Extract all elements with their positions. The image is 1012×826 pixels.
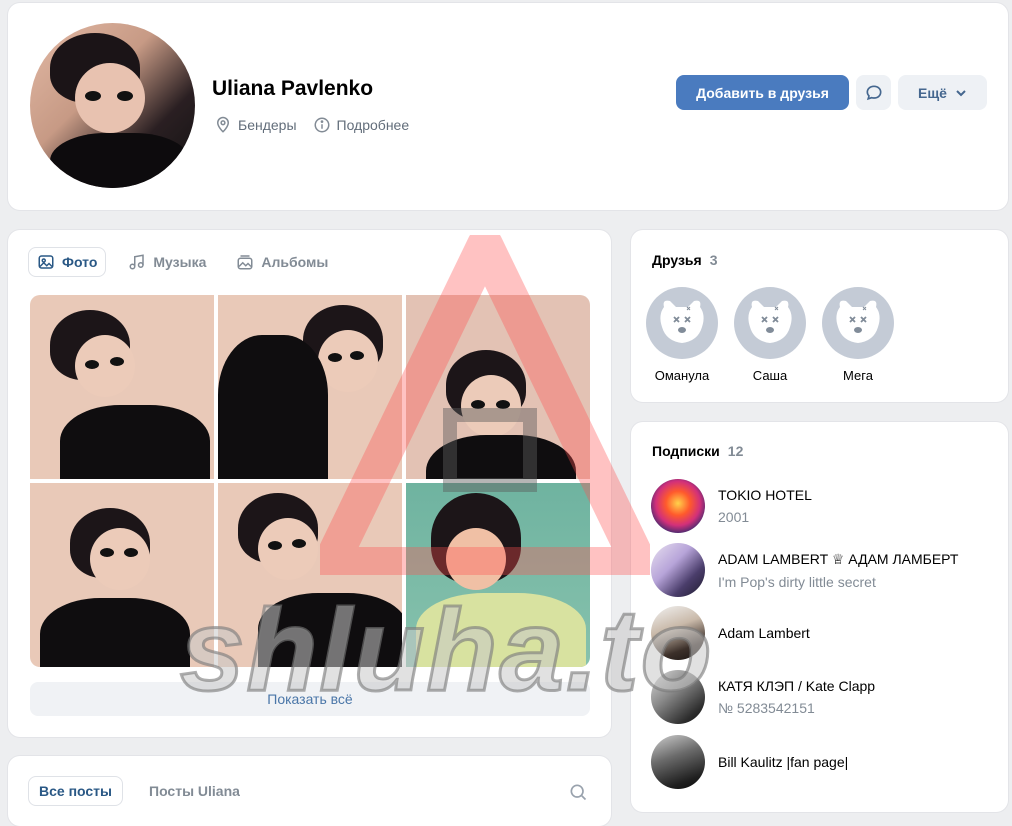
profile-avatar[interactable] bbox=[30, 23, 195, 188]
friend-name: Саша bbox=[752, 368, 788, 383]
subscriptions-title: Подписки bbox=[652, 443, 720, 459]
message-button[interactable] bbox=[856, 75, 891, 110]
photo-thumbnail[interactable] bbox=[406, 483, 590, 667]
tab-photos[interactable]: Фото bbox=[28, 247, 107, 277]
profile-name: Uliana Pavlenko bbox=[212, 77, 374, 100]
subscriptions-count: 12 bbox=[727, 443, 744, 459]
friend-item[interactable]: Мега bbox=[822, 287, 894, 383]
subscription-item[interactable]: ADAM LAMBERT ♕ АДАМ ЛАМБЕРТ I'm Pop's di… bbox=[651, 543, 958, 597]
friends-card: Друзья 3 Оманула Саша Мега bbox=[631, 230, 1008, 402]
chevron-down-icon bbox=[956, 89, 966, 96]
tab-albums-label: Альбомы bbox=[261, 254, 329, 270]
community-avatar bbox=[651, 479, 705, 533]
photo-thumbnail[interactable] bbox=[218, 483, 402, 667]
tab-albums[interactable]: Альбомы bbox=[228, 247, 336, 277]
subscription-item[interactable]: TOKIO HOTEL 2001 bbox=[651, 479, 812, 533]
add-friend-button[interactable]: Добавить в друзья bbox=[676, 75, 849, 110]
deactivated-avatar-icon bbox=[822, 287, 894, 359]
subscriptions-card: Подписки 12 TOKIO HOTEL 2001 ADAM LAMBER… bbox=[631, 422, 1008, 812]
friend-name: Оманула bbox=[654, 368, 710, 383]
search-icon[interactable] bbox=[568, 782, 588, 802]
friends-header[interactable]: Друзья 3 bbox=[652, 252, 717, 268]
photo-thumbnail[interactable] bbox=[218, 295, 402, 479]
friend-item[interactable]: Саша bbox=[734, 287, 806, 383]
tab-user-posts[interactable]: Посты Uliana bbox=[139, 776, 250, 806]
community-avatar bbox=[651, 543, 705, 597]
subscription-desc: 2001 bbox=[718, 509, 750, 525]
image-icon bbox=[38, 255, 54, 269]
details-link[interactable]: Подробнее bbox=[313, 116, 410, 134]
deactivated-avatar-icon bbox=[646, 287, 718, 359]
location-link[interactable]: Бендеры bbox=[214, 116, 297, 134]
info-icon bbox=[314, 117, 330, 133]
profile-header-card: Uliana Pavlenko Бендеры Подробнее Добави… bbox=[8, 3, 1008, 210]
subscription-item[interactable]: Adam Lambert bbox=[651, 606, 810, 660]
subscription-name: КАТЯ КЛЭП / Kate Clapp bbox=[718, 678, 876, 694]
community-avatar bbox=[651, 670, 705, 724]
message-bubble-icon bbox=[865, 84, 882, 100]
location-pin-icon bbox=[216, 116, 230, 133]
subscription-item[interactable]: Bill Kaulitz |fan page| bbox=[651, 735, 848, 789]
deactivated-avatar-icon bbox=[734, 287, 806, 359]
photos-card: Фото Музыка Альбомы Показать всё bbox=[8, 230, 611, 737]
photo-thumbnail[interactable] bbox=[406, 295, 590, 479]
subscriptions-header[interactable]: Подписки 12 bbox=[652, 443, 743, 459]
subscription-item[interactable]: КАТЯ КЛЭП / Kate Clapp № 5283542151 bbox=[651, 670, 875, 724]
photo-grid bbox=[30, 295, 590, 667]
friends-count: 3 bbox=[709, 252, 718, 268]
community-avatar bbox=[651, 735, 705, 789]
community-avatar bbox=[651, 606, 705, 660]
more-label: Ещё bbox=[918, 84, 947, 101]
subscription-name: TOKIO HOTEL bbox=[718, 487, 812, 503]
friend-name: Мега bbox=[843, 368, 873, 383]
more-button[interactable]: Ещё bbox=[898, 75, 987, 110]
subscription-name: Bill Kaulitz |fan page| bbox=[718, 754, 849, 770]
friend-item[interactable]: Оманула bbox=[646, 287, 718, 383]
location-label: Бендеры bbox=[238, 117, 297, 133]
tab-music-label: Музыка bbox=[153, 254, 207, 270]
tab-all-posts[interactable]: Все посты bbox=[28, 776, 123, 806]
tab-music[interactable]: Музыка bbox=[120, 247, 214, 277]
photo-thumbnail[interactable] bbox=[30, 483, 214, 667]
photo-thumbnail[interactable] bbox=[30, 295, 214, 479]
subscription-name: Adam Lambert bbox=[718, 625, 810, 641]
friends-title: Друзья bbox=[652, 252, 702, 268]
posts-card: Все посты Посты Uliana bbox=[8, 756, 611, 826]
show-all-photos-button[interactable]: Показать всё bbox=[30, 682, 590, 716]
albums-icon bbox=[237, 255, 253, 270]
subscription-name: ADAM LAMBERT ♕ АДАМ ЛАМБЕРТ bbox=[718, 550, 959, 567]
subscription-desc: № 5283542151 bbox=[718, 700, 815, 716]
details-label: Подробнее bbox=[336, 117, 410, 133]
subscription-desc: I'm Pop's dirty little secret bbox=[718, 573, 876, 590]
tab-photos-label: Фото bbox=[62, 254, 98, 270]
music-note-icon bbox=[129, 254, 145, 270]
